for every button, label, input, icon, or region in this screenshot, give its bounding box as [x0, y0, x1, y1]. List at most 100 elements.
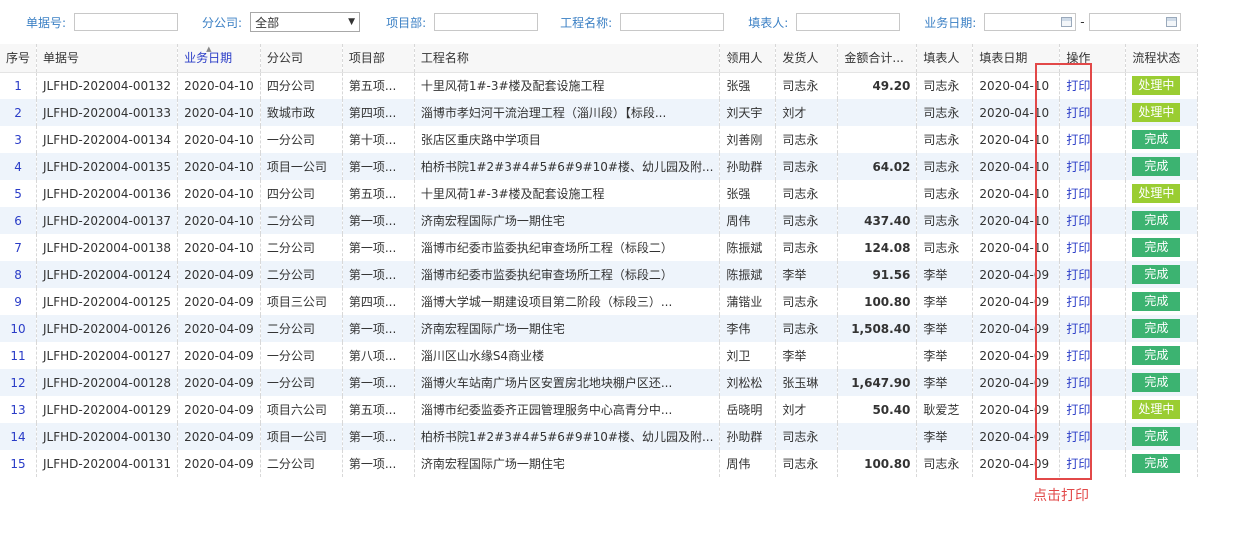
print-link[interactable]: 打印: [1066, 268, 1090, 282]
print-link[interactable]: 打印: [1066, 133, 1090, 147]
project-name-cell: 淄博市纪委监委齐正园管理服务中心高青分中...: [414, 396, 721, 423]
table-header-row: 序号 单据号 ▲ 业务日期 分公司 项目部 工程名称 领用人 发货人 金额合计..…: [0, 44, 1199, 73]
operation-cell: 打印: [1059, 369, 1127, 396]
calendar-icon[interactable]: [1165, 17, 1177, 27]
col-header-status[interactable]: 流程状态: [1125, 44, 1199, 73]
status-badge: 完成: [1132, 373, 1181, 392]
print-link[interactable]: 打印: [1066, 160, 1090, 174]
amount-cell: 100.80: [837, 450, 918, 477]
fill-date-cell: 2020-04-09: [972, 315, 1061, 342]
col-header-fill-date[interactable]: 填表日期: [972, 44, 1061, 73]
status-cell: 处理中: [1125, 396, 1199, 423]
table-row[interactable]: 8 JLFHD-202004-00124 2020-04-09 二分公司 第一项... 淄…: [0, 261, 1199, 288]
col-header-receiver[interactable]: 领用人: [719, 44, 777, 73]
status-badge: 完成: [1132, 454, 1181, 473]
amount-cell: 91.56: [837, 261, 918, 288]
biz-date-cell: 2020-04-09: [177, 288, 261, 315]
doc-no-input[interactable]: [74, 13, 179, 31]
table-row[interactable]: 9 JLFHD-202004-00125 2020-04-09 项目三公司 第四项...…: [0, 288, 1199, 315]
fill-date-cell: 2020-04-10: [972, 72, 1061, 99]
row-index: 4: [0, 153, 38, 180]
table-row[interactable]: 13 JLFHD-202004-00129 2020-04-09 项目六公司 第五项..…: [0, 396, 1199, 423]
biz-date-cell: 2020-04-09: [177, 369, 261, 396]
print-link[interactable]: 打印: [1066, 295, 1090, 309]
biz-date-start-input[interactable]: [984, 13, 1077, 31]
print-link[interactable]: 打印: [1066, 430, 1090, 444]
shipper-cell: 司志永: [775, 207, 839, 234]
project-dept-cell: 第八项...: [342, 342, 415, 369]
biz-date-cell: 2020-04-10: [177, 153, 261, 180]
print-link[interactable]: 打印: [1066, 187, 1090, 201]
col-header-filler[interactable]: 填表人: [916, 44, 974, 73]
print-link[interactable]: 打印: [1066, 79, 1090, 93]
project-dept-input[interactable]: [434, 13, 539, 31]
print-link[interactable]: 打印: [1066, 349, 1090, 363]
filler-label: 填表人:: [748, 15, 789, 30]
table-row[interactable]: 12 JLFHD-202004-00128 2020-04-09 一分公司 第一项...…: [0, 369, 1199, 396]
col-header-amount[interactable]: 金额合计...: [837, 44, 918, 73]
print-link[interactable]: 打印: [1066, 376, 1090, 390]
table-row[interactable]: 14 JLFHD-202004-00130 2020-04-09 项目一公司 第一项..…: [0, 423, 1199, 450]
print-link[interactable]: 打印: [1066, 403, 1090, 417]
print-link[interactable]: 打印: [1066, 322, 1090, 336]
doc-no-cell: JLFHD-202004-00125: [36, 288, 179, 315]
doc-no-cell: JLFHD-202004-00124: [36, 261, 179, 288]
biz-date-end-input[interactable]: [1088, 13, 1181, 31]
row-index: 6: [0, 207, 38, 234]
filler-cell: 司志永: [916, 180, 974, 207]
shipper-cell: 司志永: [775, 126, 839, 153]
filler-input[interactable]: [796, 13, 901, 31]
branch-cell: 二分公司: [260, 234, 343, 261]
status-cell: 完成: [1125, 423, 1199, 450]
project-name-input[interactable]: [620, 13, 725, 31]
filler-cell: 司志永: [916, 99, 974, 126]
status-badge: 完成: [1132, 292, 1181, 311]
col-header-project-dept[interactable]: 项目部: [342, 44, 415, 73]
table-row[interactable]: 6 JLFHD-202004-00137 2020-04-10 二分公司 第一项... 济…: [0, 207, 1199, 234]
print-link[interactable]: 打印: [1066, 457, 1090, 471]
project-name-cell: 张店区重庆路中学项目: [414, 126, 721, 153]
branch-select[interactable]: 全部 ▼: [250, 12, 361, 32]
print-link[interactable]: 打印: [1066, 106, 1090, 120]
table-row[interactable]: 5 JLFHD-202004-00136 2020-04-10 四分公司 第五项... 十…: [0, 180, 1199, 207]
biz-date-cell: 2020-04-09: [177, 423, 261, 450]
col-header-operation[interactable]: 操作: [1059, 44, 1127, 73]
branch-cell: 二分公司: [260, 261, 343, 288]
col-header-project-name[interactable]: 工程名称: [414, 44, 721, 73]
col-header-biz-date[interactable]: ▲ 业务日期: [177, 44, 261, 73]
branch-select-value: 全部: [255, 15, 280, 30]
project-dept-cell: 第五项...: [342, 72, 415, 99]
col-header-doc-no[interactable]: 单据号: [36, 44, 179, 73]
table-row[interactable]: 11 JLFHD-202004-00127 2020-04-09 一分公司 第八项...…: [0, 342, 1199, 369]
doc-no-cell: JLFHD-202004-00131: [36, 450, 179, 477]
table-row[interactable]: 10 JLFHD-202004-00126 2020-04-09 二分公司 第一项...…: [0, 315, 1199, 342]
table-row[interactable]: 4 JLFHD-202004-00135 2020-04-10 项目一公司 第一项...…: [0, 153, 1199, 180]
receiver-cell: 张强: [719, 72, 777, 99]
col-header-shipper[interactable]: 发货人: [775, 44, 839, 73]
receiver-cell: 周伟: [719, 207, 777, 234]
amount-cell: 50.40: [837, 396, 918, 423]
print-link[interactable]: 打印: [1066, 241, 1090, 255]
filler-cell: 耿爱芝: [916, 396, 974, 423]
table-row[interactable]: 15 JLFHD-202004-00131 2020-04-09 二分公司 第一项...…: [0, 450, 1199, 477]
biz-date-cell: 2020-04-10: [177, 207, 261, 234]
calendar-icon[interactable]: [1061, 17, 1073, 27]
biz-date-label: 业务日期:: [924, 15, 977, 30]
amount-cell: 124.08: [837, 234, 918, 261]
table-row[interactable]: 3 JLFHD-202004-00134 2020-04-10 一分公司 第十项... 张…: [0, 126, 1199, 153]
shipper-cell: 李举: [775, 342, 839, 369]
table-row[interactable]: 7 JLFHD-202004-00138 2020-04-10 二分公司 第一项... 淄…: [0, 234, 1199, 261]
table-row[interactable]: 1 JLFHD-202004-00132 2020-04-10 四分公司 第五项... 十…: [0, 72, 1199, 99]
receiver-cell: 陈振斌: [719, 261, 777, 288]
col-header-branch[interactable]: 分公司: [260, 44, 343, 73]
status-cell: 处理中: [1125, 99, 1199, 126]
col-header-biz-date-label: 业务日期: [184, 51, 233, 66]
receiver-cell: 刘卫: [719, 342, 777, 369]
table-row[interactable]: 2 JLFHD-202004-00133 2020-04-10 致城市政 第四项... 淄…: [0, 99, 1199, 126]
shipper-cell: 刘才: [775, 396, 839, 423]
print-link[interactable]: 打印: [1066, 214, 1090, 228]
status-cell: 完成: [1125, 261, 1199, 288]
project-dept-cell: 第一项...: [342, 207, 415, 234]
row-index: 14: [0, 423, 38, 450]
col-header-index[interactable]: 序号: [0, 44, 38, 73]
